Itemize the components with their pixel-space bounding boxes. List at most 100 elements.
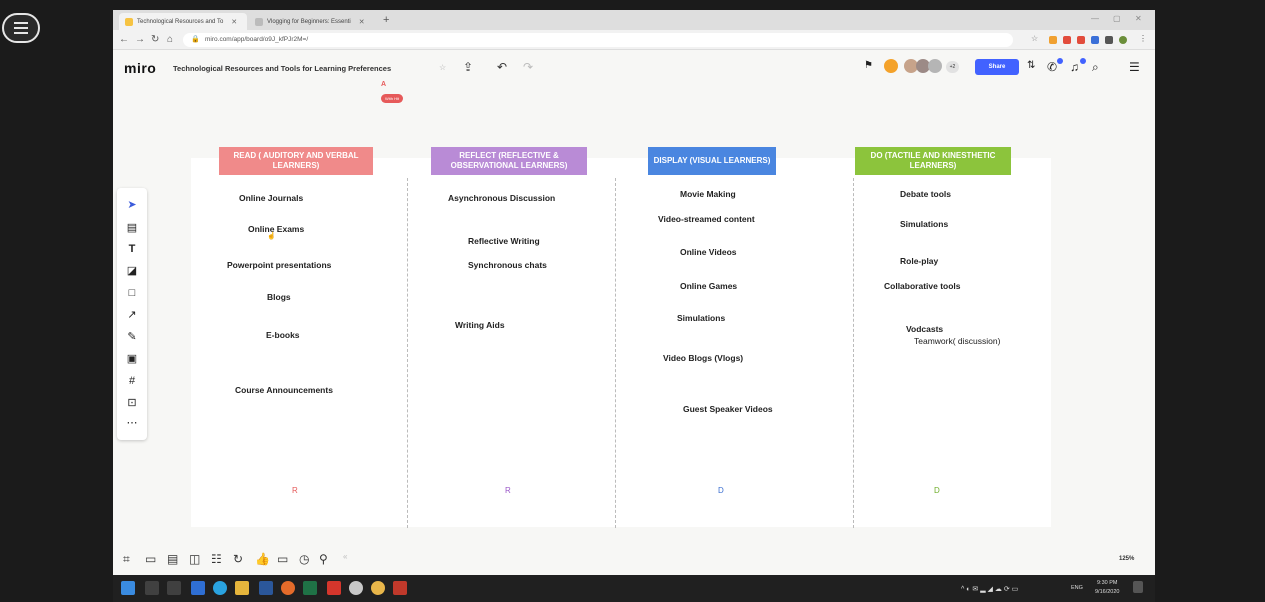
search-icon[interactable]: ⌕ — [1092, 60, 1099, 75]
chat-icon[interactable]: ▤ — [167, 552, 178, 566]
close-tab-icon[interactable]: ✕ — [231, 18, 237, 26]
cards-icon[interactable]: ☷ — [211, 552, 222, 566]
board-text-item[interactable]: Powerpoint presentations — [227, 260, 331, 270]
text-tool-icon[interactable]: T — [125, 242, 139, 256]
notifications-bell-icon[interactable]: ♫ — [1070, 60, 1079, 74]
file-explorer-icon[interactable] — [235, 581, 249, 595]
connection-line-tool-icon[interactable]: ↗ — [125, 308, 139, 322]
voting-icon[interactable]: 👍 — [255, 552, 270, 566]
board-text-item[interactable]: Role-play — [900, 256, 938, 266]
board-text-item[interactable]: Simulations — [677, 313, 725, 323]
apps-icon[interactable]: ⚲ — [319, 552, 328, 566]
comment-tool-icon[interactable]: ▣ — [125, 352, 139, 366]
minimize-icon[interactable]: — — [1091, 14, 1099, 23]
sticky-note-tool-icon[interactable]: ◪ — [125, 264, 139, 278]
language-indicator[interactable]: ENG — [1071, 585, 1083, 591]
board-text-item[interactable]: Teamwork( discussion) — [914, 336, 1000, 346]
board-text-item[interactable]: Video-streamed content — [658, 214, 755, 224]
extension-icon[interactable] — [1063, 36, 1071, 44]
firefox-icon[interactable] — [281, 581, 295, 595]
video-chat-icon[interactable]: ▭ — [277, 552, 288, 566]
extensions-puzzle-icon[interactable] — [1105, 36, 1113, 44]
export-icon[interactable]: ⇪ — [463, 60, 473, 74]
redo-icon[interactable]: ↷ — [523, 60, 533, 74]
extension-icon[interactable] — [1077, 36, 1085, 44]
pen-tool-icon[interactable]: ✎ — [125, 330, 139, 344]
board-text-item[interactable]: Video Blogs (Vlogs) — [663, 353, 743, 363]
comments-panel-icon[interactable]: ▭ — [145, 552, 156, 566]
close-tab-icon[interactable]: ✕ — [359, 18, 365, 26]
clock-date[interactable]: 9/16/2020 — [1095, 589, 1119, 595]
screen-share-icon[interactable]: ◫ — [189, 552, 200, 566]
search-icon[interactable] — [145, 581, 159, 595]
board-text-item[interactable]: Online Exams — [248, 224, 304, 234]
outlook-icon[interactable] — [191, 581, 205, 595]
notification-center-icon[interactable] — [1133, 581, 1143, 593]
miro-logo[interactable]: miro — [124, 60, 156, 76]
home-icon[interactable]: ⌂ — [167, 34, 173, 45]
forward-icon[interactable]: → — [135, 34, 145, 45]
url-field[interactable]: 🔒 miro.com/app/board/o9J_kfPJr2M=/ — [183, 33, 1013, 47]
comments-icon[interactable]: ✆ — [1047, 60, 1057, 74]
hamburger-menu-button[interactable] — [2, 13, 40, 43]
zoom-level[interactable]: 125% — [1119, 556, 1134, 562]
app-icon[interactable] — [393, 581, 407, 595]
chrome-icon[interactable] — [371, 581, 385, 595]
collapse-toolbar-icon[interactable]: « — [343, 552, 347, 561]
extension-icon[interactable] — [1091, 36, 1099, 44]
clock-time[interactable]: 9:30 PM — [1097, 580, 1117, 586]
avatar[interactable] — [884, 59, 898, 73]
avatar[interactable] — [928, 59, 942, 73]
bookmark-star-icon[interactable]: ☆ — [1031, 34, 1038, 43]
column-header-reflect[interactable]: REFLECT (REFLECTIVE & OBSERVATIONAL LEAR… — [431, 147, 587, 175]
reload-icon[interactable]: ↻ — [151, 34, 159, 45]
frame-tool-icon[interactable]: # — [125, 374, 139, 388]
board-text-item[interactable]: Collaborative tools — [884, 281, 961, 291]
board-text-item[interactable]: Online Journals — [239, 193, 303, 203]
frames-icon[interactable]: ⌗ — [123, 552, 130, 567]
board-text-item[interactable]: Asynchronous Discussion — [448, 193, 555, 203]
board-text-item[interactable]: Synchronous chats — [468, 260, 547, 270]
task-view-icon[interactable] — [167, 581, 181, 595]
shape-tool-icon[interactable]: □ — [125, 286, 139, 300]
board-title[interactable]: Technological Resources and Tools for Le… — [173, 64, 391, 73]
column-header-read[interactable]: READ ( AUDITORY AND VERBAL LEARNERS) — [219, 147, 373, 175]
profile-avatar[interactable] — [1119, 36, 1127, 44]
close-window-icon[interactable]: ✕ — [1135, 14, 1142, 23]
board-text-item[interactable]: Debate tools — [900, 189, 951, 199]
activity-icon[interactable]: ↻ — [233, 552, 243, 566]
board-text-item[interactable]: Course Announcements — [235, 385, 333, 395]
board-text-item[interactable]: Writing Aids — [455, 320, 505, 330]
extension-icon[interactable] — [1049, 36, 1057, 44]
board-text-item[interactable]: Vodcasts — [906, 324, 943, 334]
maximize-icon[interactable]: ▢ — [1113, 14, 1121, 23]
back-icon[interactable]: ← — [119, 34, 129, 45]
more-tools-icon[interactable]: ⋯ — [125, 416, 139, 430]
column-header-display[interactable]: DISPLAY (VISUAL LEARNERS) — [648, 147, 776, 175]
system-tray-icons[interactable]: ^ ◐ ✉ ▂ ◢ ☁ ⟳ ▭ — [961, 585, 1018, 593]
word-icon[interactable] — [259, 581, 273, 595]
column-letter[interactable]: R — [505, 486, 511, 495]
share-button[interactable]: Share — [975, 59, 1019, 75]
select-tool-icon[interactable]: ➤ — [125, 198, 139, 212]
column-letter[interactable]: D — [718, 486, 724, 495]
new-tab-icon[interactable]: + — [383, 14, 389, 26]
board-text-item[interactable]: Online Videos — [680, 247, 737, 257]
excel-icon[interactable] — [303, 581, 317, 595]
upload-tool-icon[interactable]: ⊡ — [125, 396, 139, 410]
board-text-item[interactable]: Reflective Writing — [468, 236, 540, 246]
windows-start-icon[interactable] — [121, 581, 135, 595]
acrobat-icon[interactable] — [327, 581, 341, 595]
settings-sliders-icon[interactable]: ⇅ — [1027, 60, 1035, 71]
column-header-do[interactable]: DO (TACTILE AND KINESTHETIC LEARNERS) — [855, 147, 1011, 175]
board-text-item[interactable]: Movie Making — [680, 189, 736, 199]
favorite-star-icon[interactable]: ☆ — [439, 63, 446, 72]
column-letter[interactable]: D — [934, 486, 940, 495]
edge-icon[interactable] — [213, 581, 227, 595]
browser-tab-vlogging[interactable]: Vlogging for Beginners: Essenti ✕ — [249, 13, 379, 30]
undo-icon[interactable]: ↶ — [497, 60, 507, 74]
board-text-item[interactable]: Blogs — [267, 292, 291, 302]
board-menu-icon[interactable]: ☰ — [1129, 60, 1140, 74]
reactions-icon[interactable]: ⚑ — [864, 60, 873, 71]
templates-tool-icon[interactable]: ▤ — [125, 221, 139, 235]
